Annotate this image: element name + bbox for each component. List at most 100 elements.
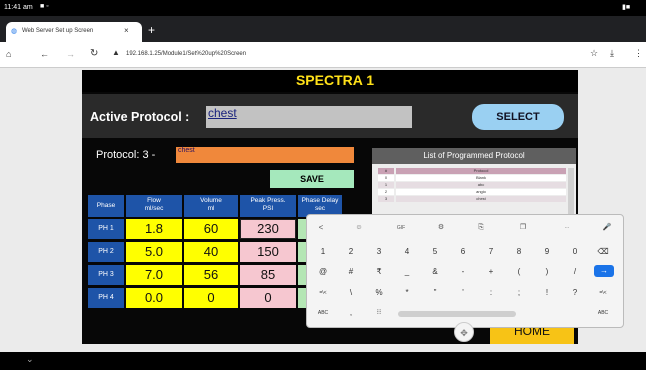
menu-icon[interactable]: ⋮ — [634, 48, 643, 59]
key-at[interactable]: @ — [312, 265, 334, 279]
key-8[interactable]: 8 — [508, 245, 530, 259]
pressure-field-2[interactable]: 150 — [240, 242, 296, 262]
keyboard-move-handle-icon[interactable]: ✥ — [454, 322, 474, 342]
download-icon[interactable]: ⤓ — [610, 48, 614, 59]
flow-field-3[interactable]: 7.0 — [126, 265, 182, 285]
settings-icon[interactable]: ⚙ — [430, 222, 452, 234]
key-4[interactable]: 4 — [396, 245, 418, 259]
active-protocol-field[interactable]: chest — [206, 106, 412, 128]
header-flow: Flow ml/sec — [126, 195, 182, 217]
key-asterisk[interactable]: * — [396, 286, 418, 300]
key-rupee[interactable]: ₹ — [368, 265, 390, 279]
clipboard-icon[interactable]: ⎘ — [470, 222, 492, 234]
key-9[interactable]: 9 — [536, 245, 558, 259]
key-plus[interactable]: + — [480, 265, 502, 279]
key-3[interactable]: 3 — [368, 245, 390, 259]
back-icon[interactable]: ← — [40, 49, 49, 59]
home-icon[interactable]: ⌂ — [6, 49, 11, 59]
flow-field-2[interactable]: 5.0 — [126, 242, 182, 262]
key-slash[interactable]: / — [564, 265, 586, 279]
backspace-icon[interactable]: ⌫ — [592, 245, 614, 259]
address-bar: ⌂ ← → ↻ ▲ 192.168.1.25/Module1/Set%20up%… — [0, 42, 646, 68]
key-ampersand[interactable]: & — [424, 265, 446, 279]
key-semicolon[interactable]: ; — [508, 286, 530, 300]
reload-icon[interactable]: ↻ — [90, 48, 98, 59]
flow-field-4[interactable]: 0.0 — [126, 288, 182, 308]
header-phase: Phase — [88, 195, 124, 217]
spacebar[interactable] — [398, 311, 516, 317]
header-flow-label: Flow — [147, 197, 161, 204]
enter-key[interactable]: → — [594, 265, 614, 277]
key-percent[interactable]: % — [368, 286, 390, 300]
volume-field-3[interactable]: 56 — [184, 265, 238, 285]
protocol-label: Protocol: 3 - — [96, 149, 156, 161]
key-underscore[interactable]: _ — [396, 265, 418, 279]
microphone-icon[interactable]: 🎤 — [596, 222, 618, 234]
key-comma[interactable]: , — [340, 306, 362, 320]
pressure-field-4[interactable]: 0 — [240, 288, 296, 308]
volume-field-1[interactable]: 60 — [184, 219, 238, 239]
protocol-name-input[interactable]: chest — [176, 147, 354, 163]
bookmark-star-icon[interactable]: ☆ — [590, 48, 598, 59]
key-more-symbols-right[interactable]: =\< — [592, 286, 614, 300]
key-exclamation[interactable]: ! — [536, 286, 558, 300]
key-double-quote[interactable]: " — [424, 286, 446, 300]
phase-label-4: PH 4 — [88, 288, 124, 308]
new-tab-button[interactable]: + — [148, 23, 155, 37]
header-volume: Volume ml — [184, 195, 238, 217]
pressure-field-3[interactable]: 85 — [240, 265, 296, 285]
key-6[interactable]: 6 — [452, 245, 474, 259]
gif-icon[interactable]: GIF — [390, 222, 412, 234]
key-more-symbols[interactable]: =\< — [312, 286, 334, 300]
tab-close-icon[interactable]: × — [124, 26, 129, 35]
key-5[interactable]: 5 — [424, 245, 446, 259]
volume-field-4[interactable]: 0 — [184, 288, 238, 308]
key-minus[interactable]: - — [452, 265, 474, 279]
more-icon[interactable]: ··· — [556, 222, 578, 234]
phase-label-1: PH 1 — [88, 219, 124, 239]
protocol-list-num-header: # — [378, 168, 394, 174]
list-scrollbar[interactable] — [568, 168, 574, 214]
forward-icon[interactable]: → — [66, 49, 75, 59]
phase-label-2: PH 2 — [88, 242, 124, 262]
key-0[interactable]: 0 — [564, 245, 586, 259]
list-row[interactable]: angio — [396, 189, 566, 195]
emoji-icon[interactable]: ☺ — [348, 222, 370, 234]
key-single-quote[interactable]: ' — [452, 286, 474, 300]
flow-field-1[interactable]: 1.8 — [126, 219, 182, 239]
save-button[interactable]: SAVE — [270, 170, 354, 188]
key-7[interactable]: 7 — [480, 245, 502, 259]
status-bar: 11:41 am ■ ◦ ▮■ — [0, 0, 646, 16]
key-colon[interactable]: : — [480, 286, 502, 300]
list-row[interactable]: chest — [396, 196, 566, 202]
key-close-paren[interactable]: ) — [536, 265, 558, 279]
warning-icon[interactable]: ▲ — [112, 48, 120, 57]
browser-tab[interactable]: ◍ Web Server Set up Screen × — [6, 22, 142, 42]
key-open-paren[interactable]: ( — [508, 265, 530, 279]
list-row-num: 2 — [378, 189, 394, 195]
key-2[interactable]: 2 — [340, 245, 362, 259]
key-abc-left[interactable]: ABC — [312, 306, 334, 320]
url-field[interactable]: 192.168.1.25/Module1/Set%20up%20Screen — [126, 51, 246, 57]
volume-field-2[interactable]: 40 — [184, 242, 238, 262]
pressure-field-1[interactable]: 230 — [240, 219, 296, 239]
key-abc-right[interactable]: ABC — [592, 306, 614, 320]
tab-favicon-icon: ◍ — [11, 28, 18, 35]
list-row[interactable]: Blank — [396, 175, 566, 181]
key-question[interactable]: ? — [564, 286, 586, 300]
nav-keyboard-hide-icon[interactable]: ⌄ — [26, 354, 34, 365]
select-button[interactable]: SELECT — [472, 104, 564, 130]
translate-icon[interactable]: ❐ — [512, 222, 534, 234]
list-row[interactable]: abc — [396, 182, 566, 188]
key-1[interactable]: 1 — [312, 245, 334, 259]
status-time: 11:41 am — [4, 4, 33, 11]
keyboard-collapse-icon[interactable]: < — [310, 222, 332, 234]
key-hash[interactable]: # — [340, 265, 362, 279]
header-delay-label: Phase Delay — [301, 197, 339, 204]
list-row-num: 1 — [378, 182, 394, 188]
header-volume-unit: ml — [207, 205, 215, 212]
keyboard-layout-icon[interactable]: ⁝⁝ — [368, 306, 390, 320]
header-volume-label: Volume — [200, 197, 222, 204]
notification-icon: ■ ◦ — [40, 3, 49, 10]
key-backslash[interactable]: \ — [340, 286, 362, 300]
